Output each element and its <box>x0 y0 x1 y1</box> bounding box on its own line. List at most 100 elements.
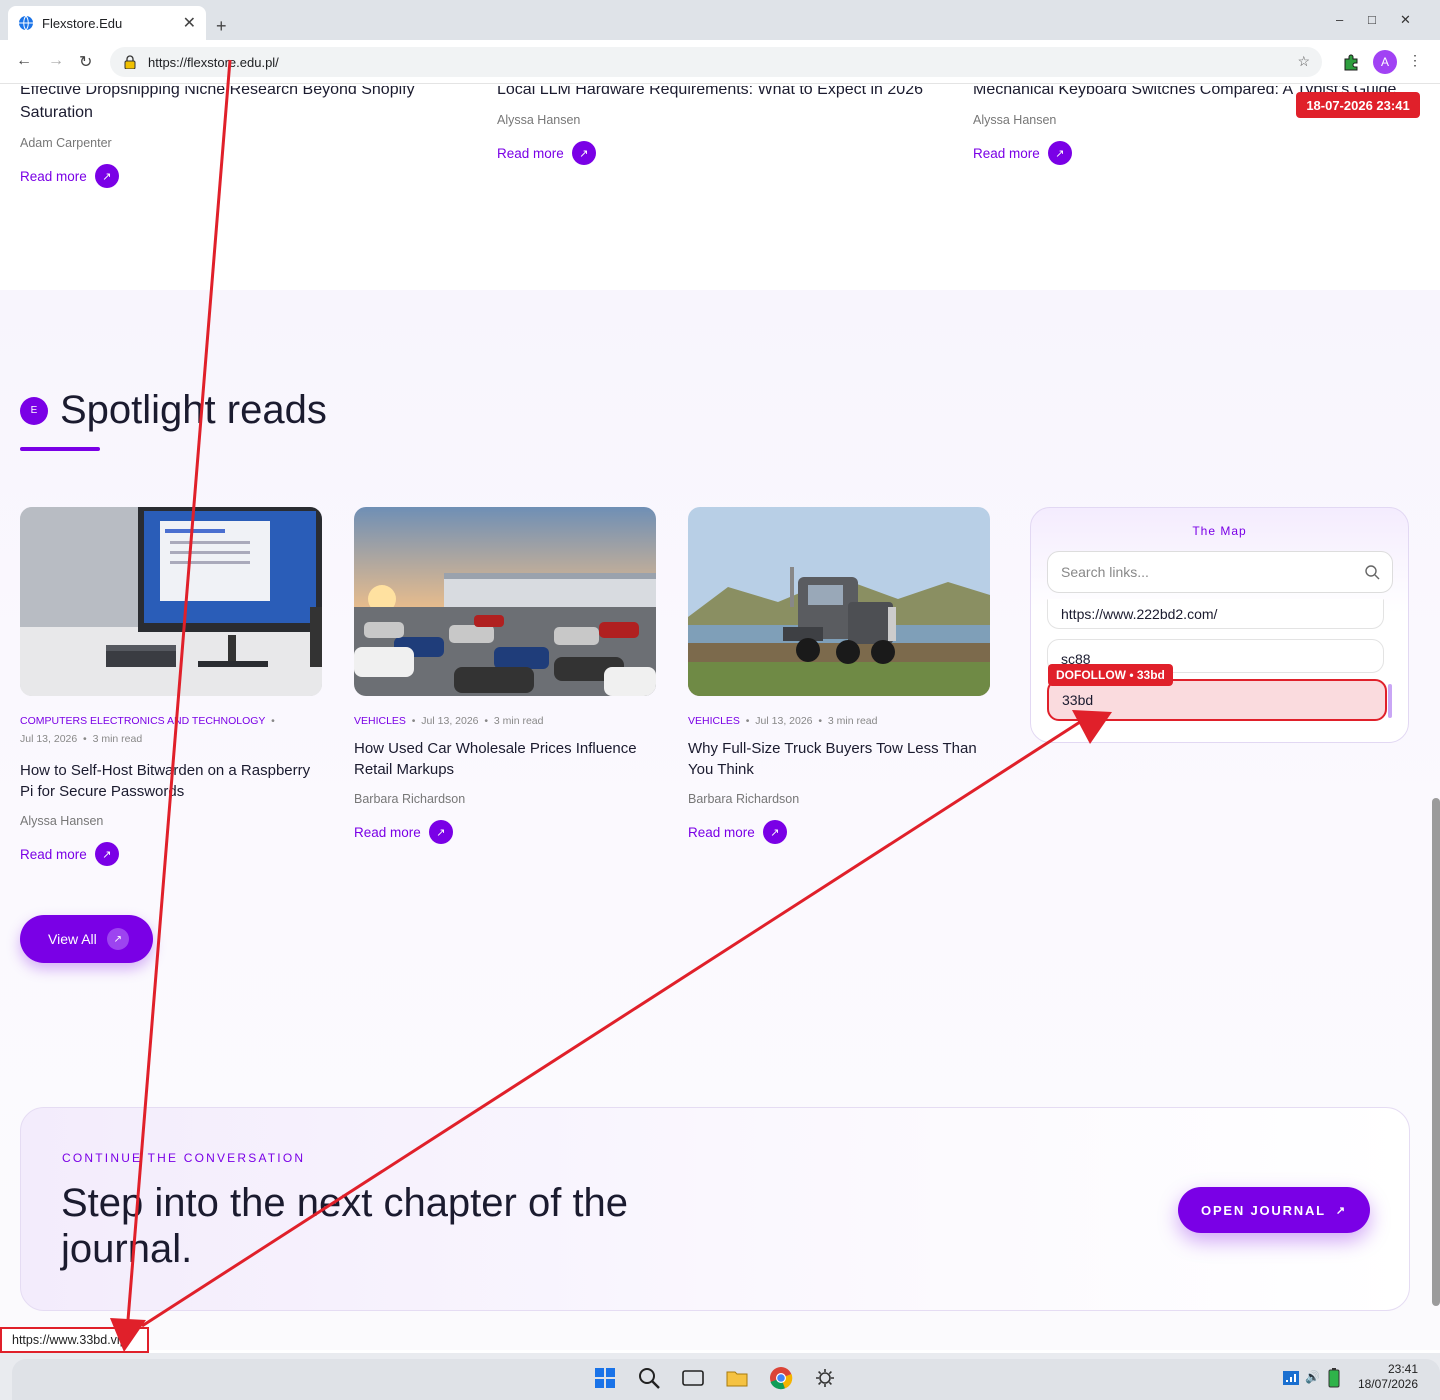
dofollow-badge: DOFOLLOW • 33bd <box>1048 664 1173 686</box>
open-journal-label: OPEN JOURNAL <box>1201 1202 1326 1218</box>
extension-puzzle-icon[interactable] <box>1342 52 1362 72</box>
card-image-computer[interactable] <box>20 507 322 696</box>
article-title[interactable]: Local LLM Hardware Requirements: What to… <box>497 86 937 101</box>
article-card: Effective Dropshipping Niche Research Be… <box>20 78 430 198</box>
card-title[interactable]: How to Self-Host Bitwarden on a Raspberr… <box>20 760 322 802</box>
network-icon[interactable] <box>1282 1369 1300 1387</box>
browser-tab-bar: Flexstore.Edu ✕ + – □ ✕ <box>0 0 1440 40</box>
search-input[interactable]: Search links... <box>1047 551 1393 593</box>
article-author: Alyssa Hansen <box>497 113 581 127</box>
globe-icon <box>19 15 33 31</box>
volume-icon[interactable]: 🔊 <box>1305 1370 1320 1384</box>
read-more-link[interactable]: Read more ↗ <box>20 842 322 866</box>
new-tab-icon[interactable]: + <box>216 16 227 37</box>
browser-menu-icon[interactable]: ⋮ <box>1408 52 1422 69</box>
settings-gear-icon[interactable] <box>813 1366 837 1390</box>
open-journal-button[interactable]: OPEN JOURNAL ↗ <box>1178 1187 1370 1233</box>
title-underline <box>20 447 100 451</box>
page-scrollbar[interactable] <box>1432 798 1440 1306</box>
map-link-item[interactable]: https://www.222bd2.com/ <box>1047 599 1384 629</box>
bookmark-star-icon[interactable]: ☆ <box>1297 53 1310 70</box>
forward-icon[interactable]: → <box>48 52 64 70</box>
arrow-up-right-icon: ↗ <box>428 820 453 844</box>
chrome-icon[interactable] <box>769 1366 793 1390</box>
reload-icon[interactable]: ↻ <box>79 52 92 72</box>
file-explorer-icon[interactable] <box>725 1366 749 1390</box>
section-badge: E <box>20 396 48 425</box>
card-meta: VEHICLES • Jul 13, 2026 • 3 min read <box>354 715 544 727</box>
map-title: The Map <box>1192 524 1247 538</box>
article-card: Local LLM Hardware Requirements: What to… <box>497 78 937 178</box>
arrow-up-right-icon: ↗ <box>1047 141 1072 165</box>
arrow-up-right-icon: ↗ <box>94 842 119 866</box>
search-placeholder: Search links... <box>1061 564 1149 580</box>
timestamp-badge: 18-07-2026 23:41 <box>1296 92 1420 118</box>
read-more-label: Read more <box>354 824 421 840</box>
battery-icon[interactable] <box>1328 1368 1340 1388</box>
cta-title: Step into the next chapter of the journa… <box>61 1181 629 1271</box>
card-category[interactable]: VEHICLES <box>354 715 406 727</box>
map-scrollbar[interactable] <box>1388 684 1392 718</box>
maximize-icon[interactable]: □ <box>1368 12 1376 27</box>
read-more-link[interactable]: Read more ↗ <box>20 164 430 188</box>
system-clock[interactable]: 23:41 18/07/2026 <box>1346 1362 1418 1392</box>
section-title: Spotlight reads <box>60 388 327 432</box>
card-read-time: 3 min read <box>827 715 878 727</box>
arrow-up-right-icon: ↗ <box>571 141 596 165</box>
card-category[interactable]: VEHICLES <box>688 715 740 727</box>
read-more-label: Read more <box>688 824 755 840</box>
article-author: Adam Carpenter <box>20 136 112 150</box>
arrow-up-right-icon: ↗ <box>762 820 787 844</box>
card-read-time: 3 min read <box>493 715 544 727</box>
close-tab-icon[interactable]: ✕ <box>183 13 196 33</box>
search-icon[interactable] <box>1364 564 1380 580</box>
spotlight-card: COMPUTERS ELECTRONICS AND TECHNOLOGY • J… <box>20 507 322 866</box>
close-window-icon[interactable]: ✕ <box>1400 12 1411 28</box>
arrow-up-right-icon: ↗ <box>1335 1204 1347 1217</box>
read-more-label: Read more <box>497 145 564 161</box>
card-title[interactable]: Why Full-Size Truck Buyers Tow Less Than… <box>688 738 990 780</box>
card-meta: COMPUTERS ELECTRONICS AND TECHNOLOGY • J… <box>20 715 278 745</box>
spotlight-card: VEHICLES • Jul 13, 2026 • 3 min read How… <box>354 507 656 844</box>
windows-start-icon[interactable] <box>593 1366 617 1390</box>
card-date: Jul 13, 2026 <box>421 715 479 727</box>
map-link-label: 33bd <box>1062 692 1094 708</box>
url-text: https://flexstore.edu.pl/ <box>148 54 279 70</box>
card-image-car-lot[interactable] <box>354 507 656 696</box>
read-more-link[interactable]: Read more ↗ <box>354 820 656 844</box>
card-meta: VEHICLES • Jul 13, 2026 • 3 min read <box>688 715 878 727</box>
card-date: Jul 13, 2026 <box>20 733 78 745</box>
read-more-link[interactable]: Read more ↗ <box>688 820 990 844</box>
profile-avatar[interactable]: A <box>1373 50 1397 74</box>
card-author: Barbara Richardson <box>688 792 800 806</box>
back-icon[interactable]: ← <box>16 52 32 70</box>
card-read-time: 3 min read <box>92 733 143 745</box>
tab-title: Flexstore.Edu <box>42 15 123 31</box>
card-author: Barbara Richardson <box>354 792 466 806</box>
view-all-label: View All <box>48 931 97 947</box>
view-all-button[interactable]: View All ↗ <box>20 915 153 963</box>
section-heading: E Spotlight reads <box>20 388 327 433</box>
read-more-label: Read more <box>973 145 1040 161</box>
address-bar[interactable]: https://flexstore.edu.pl/ ☆ <box>110 47 1322 77</box>
minimize-icon[interactable]: – <box>1336 12 1343 27</box>
lock-icon <box>124 55 136 69</box>
card-author: Alyssa Hansen <box>20 814 104 828</box>
read-more-label: Read more <box>20 168 87 184</box>
card-date: Jul 13, 2026 <box>755 715 813 727</box>
clock-date: 18/07/2026 <box>1357 1377 1418 1391</box>
card-category[interactable]: COMPUTERS ELECTRONICS AND TECHNOLOGY <box>20 715 265 727</box>
cta-kicker: CONTINUE THE CONVERSATION <box>62 1151 306 1165</box>
article-title[interactable]: Effective Dropshipping Niche Research Be… <box>20 86 430 124</box>
search-taskbar-icon[interactable] <box>637 1366 661 1390</box>
link-map-widget: The Map Search links... https://www.222b… <box>1030 507 1409 743</box>
link-status-bubble: https://www.33bd.vip <box>0 1327 149 1353</box>
task-view-icon[interactable] <box>681 1366 705 1390</box>
browser-tab[interactable]: Flexstore.Edu ✕ <box>8 6 206 40</box>
arrow-up-right-icon: ↗ <box>94 164 119 188</box>
card-image-truck[interactable] <box>688 507 990 696</box>
read-more-label: Read more <box>20 846 87 862</box>
read-more-link[interactable]: Read more ↗ <box>497 141 937 165</box>
read-more-link[interactable]: Read more ↗ <box>973 141 1413 165</box>
card-title[interactable]: How Used Car Wholesale Prices Influence … <box>354 738 656 780</box>
